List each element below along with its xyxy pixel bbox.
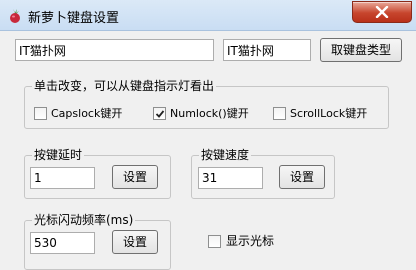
key-delay-label: 按键延时 [32, 147, 85, 163]
show-cursor-label[interactable]: 显示光标 [226, 235, 274, 248]
cursor-blink-label: 光标闪动频率(ms) [32, 212, 136, 228]
close-icon [375, 6, 389, 18]
radish-app-icon [10, 9, 20, 23]
get-keyboard-type-button[interactable]: 取键盘类型 [320, 38, 402, 62]
name-input-left[interactable] [15, 39, 214, 61]
cursor-blink-input[interactable] [30, 232, 95, 254]
cursor-blink-set-button[interactable]: 设置 [112, 230, 158, 254]
numlock-label[interactable]: Numlock()键开 [170, 107, 249, 120]
show-cursor-checkbox[interactable] [208, 235, 221, 248]
checkmark-icon [155, 110, 165, 118]
close-button[interactable] [352, 1, 412, 23]
settings-window: 新萝卜键盘设置 取键盘类型 单击改变，可以从键盘指示灯看出 Capslock键开… [0, 0, 416, 270]
title-bar[interactable]: 新萝卜键盘设置 [0, 0, 416, 31]
name-input-right[interactable] [223, 39, 311, 61]
numlock-checkbox[interactable] [153, 107, 166, 120]
key-speed-set-button[interactable]: 设置 [279, 165, 325, 189]
scrolllock-checkbox[interactable] [273, 107, 286, 120]
capslock-checkbox[interactable] [34, 107, 47, 120]
scrolllock-label[interactable]: ScrollLock键开 [290, 107, 367, 120]
indicator-group-label: 单击改变，可以从键盘指示灯看出 [32, 78, 217, 94]
key-delay-input[interactable] [30, 167, 95, 189]
key-delay-set-button[interactable]: 设置 [112, 165, 158, 189]
key-speed-input[interactable] [198, 167, 263, 189]
window-title: 新萝卜键盘设置 [28, 11, 120, 26]
key-speed-label: 按键速度 [199, 147, 252, 163]
capslock-label[interactable]: Capslock键开 [51, 107, 122, 120]
indicator-group: 单击改变，可以从键盘指示灯看出 Capslock键开 Numlock()键开 S… [24, 78, 389, 129]
